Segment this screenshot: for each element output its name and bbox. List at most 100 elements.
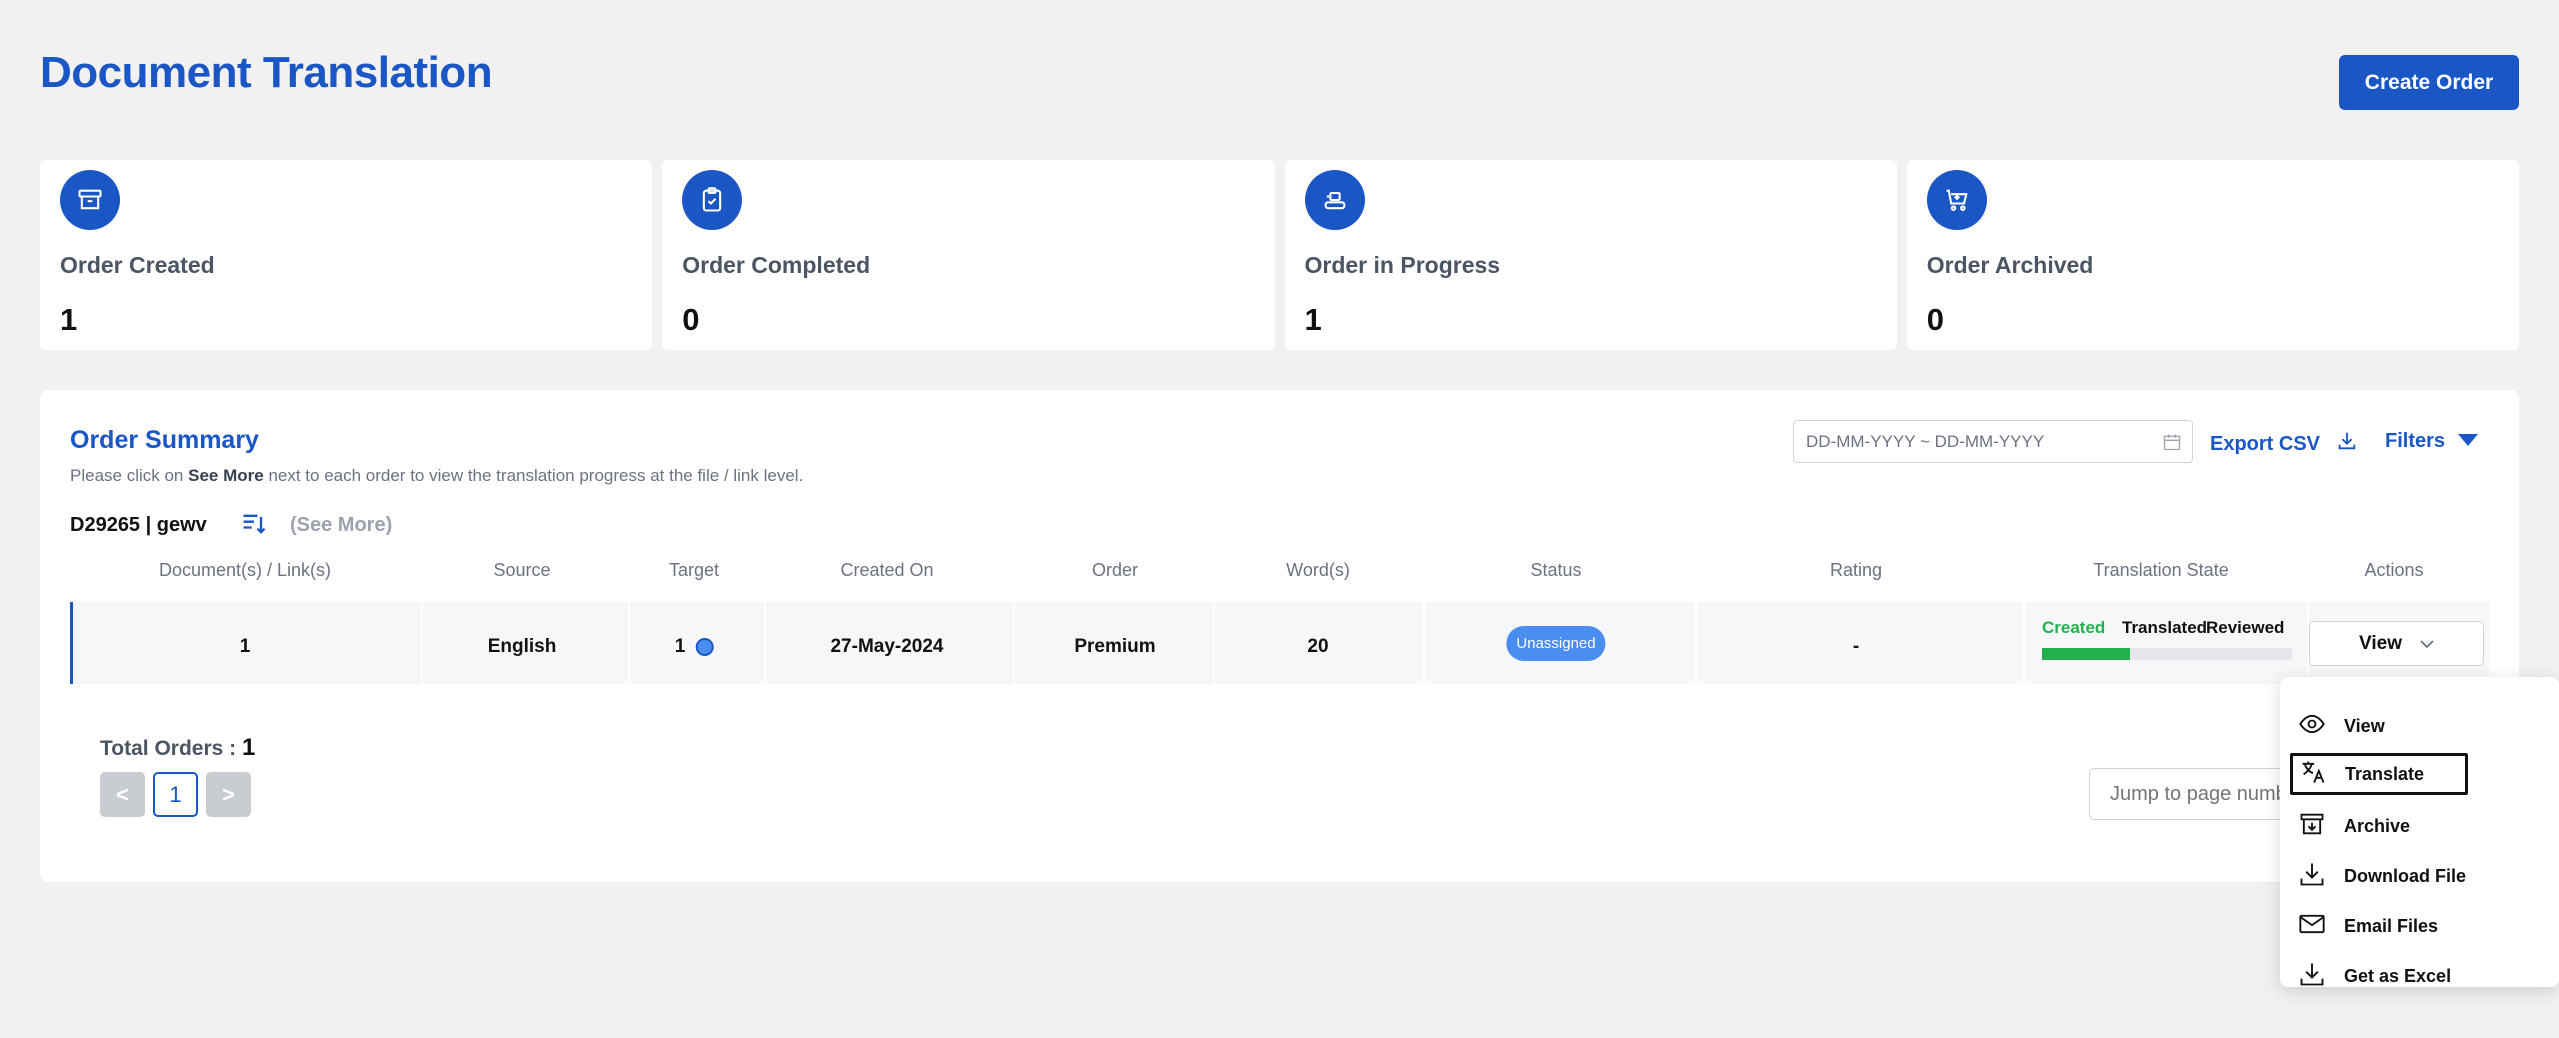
- archive-box-icon: [60, 170, 120, 230]
- source-value: English: [487, 636, 557, 657]
- menu-item-label: View: [2344, 715, 2385, 736]
- conveyor-icon: [1304, 170, 1365, 230]
- stat-label: Order in Progress: [1304, 252, 1501, 278]
- filters-label: Filters: [2385, 430, 2446, 452]
- cart-icon: [1926, 170, 1987, 230]
- eye-icon: [2298, 710, 2326, 743]
- total-orders: Total Orders : 1: [100, 734, 255, 762]
- download-icon: [2336, 430, 2358, 458]
- total-orders-value: 1: [241, 734, 256, 761]
- cell-order: Premium: [1074, 636, 1155, 658]
- stat-label: Order Created: [60, 252, 215, 278]
- table-row: [70, 602, 2489, 684]
- actions-dropdown-menu: View Translate Archive Download File Ema…: [2280, 677, 2559, 987]
- export-csv-button[interactable]: Export CSV: [2210, 430, 2358, 458]
- menu-item-archive[interactable]: Archive: [2296, 805, 2536, 847]
- stat-value: 1: [1304, 302, 1322, 337]
- order-id: D29265 | gewv: [70, 514, 207, 536]
- calendar-icon: [2162, 432, 2182, 457]
- stat-value: 0: [682, 302, 700, 337]
- date-range-placeholder: DD-MM-YYYY ~ DD-MM-YYYY: [1806, 432, 2045, 451]
- stat-label: Order Archived: [1926, 252, 2094, 278]
- page-1-button[interactable]: 1: [153, 772, 198, 817]
- column-header-words: Word(s): [1286, 560, 1350, 580]
- download-icon: [2298, 860, 2326, 893]
- created-on-value: 27-May-2024: [830, 636, 944, 657]
- stat-card-order-created: Order Created 1: [40, 160, 653, 350]
- menu-item-translate[interactable]: Translate: [2290, 753, 2468, 795]
- create-order-button[interactable]: Create Order: [2339, 55, 2519, 110]
- see-more-link[interactable]: (See More): [290, 514, 392, 537]
- column-header-source: Source: [493, 560, 551, 580]
- menu-item-label: Email Files: [2344, 915, 2439, 936]
- export-csv-label: Export CSV: [2210, 432, 2321, 455]
- column-header-order: Order: [1091, 560, 1139, 580]
- menu-item-download-file[interactable]: Download File: [2296, 855, 2536, 897]
- date-range-picker[interactable]: DD-MM-YYYY ~ DD-MM-YYYY: [1793, 420, 2193, 463]
- mail-icon: [2298, 910, 2326, 943]
- documents-value: 1: [239, 636, 251, 657]
- cell-divider: [421, 602, 423, 684]
- column-header-rating: Rating: [1829, 560, 1883, 580]
- cell-divider: [1423, 602, 1425, 684]
- order-summary-title: Order Summary: [70, 426, 259, 454]
- state-created: Created: [2042, 618, 2106, 637]
- cell-documents: 1: [240, 636, 251, 658]
- next-page-button[interactable]: >: [206, 772, 251, 817]
- menu-item-label: Download File: [2344, 865, 2467, 886]
- hint-suffix: next to each order to view the translati…: [263, 466, 804, 485]
- column-header-translation-state: Translation State: [2093, 560, 2229, 580]
- menu-item-label: Translate: [2345, 763, 2425, 784]
- stat-label: Order Completed: [682, 252, 871, 278]
- hint-bold: See More: [188, 466, 264, 485]
- cell-status: Unassigned: [1506, 626, 1606, 661]
- order-summary-hint: Please click on See More next to each or…: [70, 466, 803, 486]
- cell-divider: [764, 602, 766, 684]
- cell-divider: [628, 602, 630, 684]
- menu-item-email-files[interactable]: Email Files: [2296, 905, 2536, 947]
- stat-value: 0: [1926, 302, 1944, 337]
- total-orders-label: Total Orders :: [100, 737, 242, 760]
- translation-state-labels: Created Translated Reviewed: [2042, 618, 2284, 638]
- column-header-target: Target: [668, 560, 720, 580]
- target-info-icon[interactable]: [695, 638, 714, 656]
- cell-source: English: [488, 636, 557, 658]
- column-header-documents: Document(s) / Link(s): [158, 560, 332, 580]
- menu-item-label: Archive: [2344, 815, 2411, 836]
- stat-card-order-completed: Order Completed 0: [662, 160, 1275, 350]
- cell-divider: [1013, 602, 1015, 684]
- column-header-status: Status: [1530, 560, 1582, 580]
- menu-item-get-as-excel[interactable]: Get as Excel: [2296, 955, 2536, 997]
- page-title: Document Translation: [40, 48, 493, 97]
- translation-progress-fill: [2042, 648, 2130, 660]
- stat-value: 1: [60, 302, 78, 337]
- pagination: < 1 >: [100, 772, 251, 817]
- cell-rating: -: [1853, 636, 1859, 658]
- state-translated: Translated: [2122, 618, 2208, 637]
- excel-download-icon: [2298, 960, 2326, 993]
- prev-page-button[interactable]: <: [100, 772, 145, 817]
- stat-card-order-in-progress: Order in Progress 1: [1284, 160, 1897, 350]
- cell-divider: [1695, 602, 1697, 684]
- status-badge: Unassigned: [1506, 626, 1606, 661]
- state-reviewed: Reviewed: [2206, 618, 2285, 637]
- archive-icon: [2298, 810, 2326, 843]
- order-summary-panel: Order Summary Please click on See More n…: [40, 390, 2519, 882]
- cell-divider: [1213, 602, 1215, 684]
- view-actions-button[interactable]: View: [2309, 621, 2484, 666]
- stats-cards: Order Created 1 Order Completed 0 Order …: [40, 160, 2519, 350]
- menu-item-view[interactable]: View: [2296, 705, 2536, 747]
- cell-divider: [2023, 602, 2025, 684]
- column-header-created-on: Created On: [840, 560, 934, 580]
- cell-target: 1: [675, 636, 714, 658]
- order-value: Premium: [1074, 636, 1156, 657]
- view-actions-label: View: [2359, 632, 2402, 654]
- cell-words: 20: [1307, 636, 1328, 658]
- menu-item-label: Get as Excel: [2344, 965, 2452, 986]
- sort-icon[interactable]: [240, 510, 268, 543]
- filters-button[interactable]: Filters: [2385, 430, 2479, 453]
- clipboard-check-icon: [682, 170, 743, 230]
- words-value: 20: [1307, 636, 1329, 657]
- column-header-actions: Actions: [2364, 560, 2424, 580]
- translation-progress-bar: [2042, 648, 2292, 660]
